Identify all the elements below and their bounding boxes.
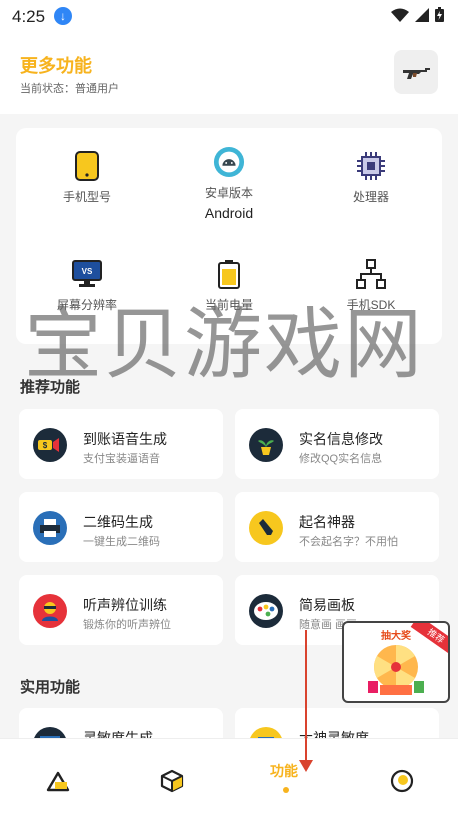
annotation-arrow	[305, 630, 307, 766]
status-bar: 4:25 ↓	[0, 0, 458, 32]
feature-name: 二维码生成	[83, 514, 153, 530]
home-icon	[46, 771, 70, 792]
lottery-ad[interactable]: 抽大奖 推荐	[342, 621, 450, 703]
tab-discover[interactable]	[152, 761, 192, 801]
section-title-practical: 实用功能	[20, 679, 81, 696]
gun-icon	[403, 68, 430, 79]
info-sdk[interactable]: 手机SDK	[300, 258, 442, 313]
info-value: Android	[204, 205, 254, 221]
feature-card[interactable]: 起名神器 不会起名字？不用怕	[235, 492, 439, 562]
cube-icon	[160, 769, 184, 793]
system-icons	[391, 7, 444, 22]
network-icon	[356, 259, 386, 289]
feature-name: 到账语音生成	[83, 431, 167, 447]
svg-text:$: $	[43, 441, 48, 450]
info-label: 手机型号	[62, 190, 111, 204]
feature-desc: 修改QQ实名信息	[299, 453, 383, 465]
monitor-icon: VS	[72, 260, 102, 287]
feature-card[interactable]: 听声辨位训练 锻炼你的听声辨位	[19, 575, 223, 645]
pen-icon	[249, 511, 283, 545]
info-label: 安卓版本	[204, 186, 253, 200]
feature-name: 听声辨位训练	[83, 597, 167, 613]
user-status: 当前状态：普通用户	[20, 83, 119, 95]
page-title: 更多功能	[20, 56, 92, 76]
money-speaker-icon: $	[33, 428, 67, 462]
info-android-version[interactable]: 安卓版本 Android	[158, 146, 300, 221]
palette-icon	[249, 594, 283, 628]
feature-desc: 锻炼你的听声辨位	[83, 619, 171, 631]
status-time: 4:25	[12, 7, 46, 26]
android-icon	[213, 146, 245, 178]
feature-desc: 支付宝装逼语音	[83, 453, 160, 465]
device-info-card: 手机型号 安卓版本 Android 处理器 VS 屏幕分辨率 当前电量 手机SD…	[16, 128, 442, 344]
feature-name: 起名神器	[299, 514, 355, 530]
wifi-icon	[391, 8, 409, 22]
phone-icon	[75, 151, 99, 181]
info-processor[interactable]: 处理器	[300, 150, 442, 209]
info-battery[interactable]: 当前电量	[158, 258, 300, 313]
info-resolution[interactable]: VS 屏幕分辨率	[16, 258, 158, 313]
battery-icon	[218, 260, 240, 289]
active-tab-indicator	[283, 787, 289, 793]
annotation-arrow-head	[299, 760, 313, 772]
feature-card[interactable]: 实名信息修改 修改QQ实名信息	[235, 409, 439, 479]
signal-icon	[415, 7, 429, 22]
section-title-recommended: 推荐功能	[20, 379, 81, 396]
tab-home[interactable]	[38, 761, 78, 801]
feature-name: 简易画板	[299, 597, 355, 613]
info-label: 屏幕分辨率	[56, 298, 117, 312]
info-label: 手机SDK	[346, 298, 396, 312]
page-header: 更多功能 当前状态：普通用户	[0, 32, 458, 114]
feature-desc: 不会起名字？不用怕	[299, 536, 398, 548]
cpu-icon	[357, 152, 385, 180]
tab-function[interactable]: 功能	[270, 761, 298, 781]
gun-button[interactable]	[394, 50, 438, 94]
feature-desc: 一键生成二维码	[83, 536, 160, 548]
bottom-tab-bar: 功能	[0, 738, 458, 815]
person-icon	[33, 594, 67, 628]
info-label: 当前电量	[204, 298, 253, 312]
tab-profile[interactable]	[382, 761, 422, 801]
download-icon: ↓	[54, 7, 72, 25]
feature-card[interactable]: $ 到账语音生成 支付宝装逼语音	[19, 409, 223, 479]
plant-icon	[249, 428, 283, 462]
printer-icon	[33, 511, 67, 545]
feature-name: 实名信息修改	[299, 431, 383, 447]
battery-status-icon	[435, 7, 444, 22]
info-label: 处理器	[352, 190, 389, 204]
profile-icon	[390, 769, 414, 793]
feature-card[interactable]: 二维码生成 一键生成二维码	[19, 492, 223, 562]
prize-wheel-icon	[368, 645, 424, 695]
svg-text:VS: VS	[82, 267, 93, 276]
info-phone-model[interactable]: 手机型号	[16, 150, 158, 209]
